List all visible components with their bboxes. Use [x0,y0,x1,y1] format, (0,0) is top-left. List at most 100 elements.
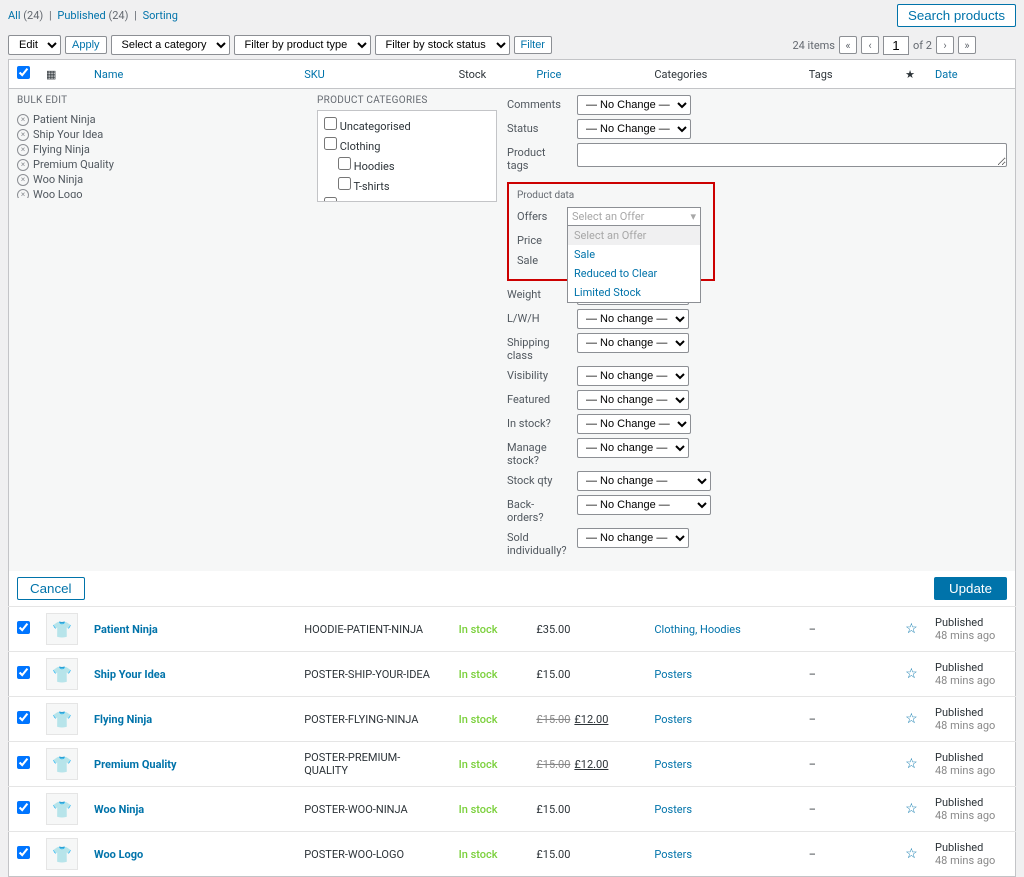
bulk-selected-item[interactable]: ×Ship Your Idea [17,127,307,142]
product-thumbnail[interactable]: 👕 [46,838,78,870]
category-link[interactable]: Posters [654,803,692,816]
col-name[interactable]: Name [94,68,123,81]
bulk-selected-item[interactable]: ×Woo Logo [17,187,307,198]
col-tags: Tags [801,60,897,89]
status-select[interactable]: — No Change — [577,119,691,139]
product-name-link[interactable]: Woo Ninja [94,803,144,816]
featured-star-icon[interactable]: ☆ [905,756,918,772]
product-thumbnail[interactable]: 👕 [46,793,78,825]
row-checkbox[interactable] [17,711,30,724]
row-checkbox[interactable] [17,666,30,679]
featured-star-icon[interactable]: ☆ [905,666,918,682]
col-date[interactable]: Date [935,68,958,81]
category-link[interactable]: Posters [654,758,692,771]
filter-sorting[interactable]: Sorting [143,9,178,22]
offers-option-sale[interactable]: Sale [568,245,700,264]
table-row: 👕Premium QualityPOSTER-PREMIUM-QUALITYIn… [9,742,1016,787]
featured-star-icon[interactable]: ☆ [905,846,918,862]
remove-icon[interactable]: × [17,189,29,199]
tags-textarea[interactable] [577,143,1007,167]
next-page-button[interactable]: › [936,36,954,54]
bulk-selected-item[interactable]: × Flying Ninja [17,142,307,157]
cancel-button[interactable]: Cancel [17,577,85,600]
featured-star-icon[interactable]: ☆ [905,801,918,817]
product-thumbnail[interactable]: 👕 [46,703,78,735]
filter-button[interactable]: Filter [514,36,552,54]
bulk-selected-label: Flying Ninja [33,143,90,156]
bulk-field-select[interactable]: — No change — [577,309,689,329]
product-thumbnail[interactable]: 👕 [46,658,78,690]
remove-icon[interactable]: × [17,114,29,126]
bulk-selected-item[interactable]: ×Premium Quality [17,157,307,172]
featured-star-icon[interactable]: ☆ [905,711,918,727]
product-thumbnail[interactable]: 👕 [46,748,78,780]
stock-status-filter-select[interactable]: Filter by stock status [375,35,510,55]
cat-tshirts[interactable]: T-shirts [324,175,490,195]
bulk-field-label: Back-orders? [507,495,567,524]
offers-select[interactable]: Select an Offer ▾ [567,207,701,226]
prev-page-button[interactable]: ‹ [861,36,879,54]
row-checkbox[interactable] [17,621,30,634]
table-row: 👕Woo NinjaPOSTER-WOO-NINJAIn stock£15.00… [9,787,1016,832]
remove-icon[interactable]: × [17,159,29,171]
remove-icon[interactable]: × [17,129,29,141]
bulk-field-select[interactable]: — No change — [577,528,689,548]
bulk-field-label: Stock qty [507,471,567,487]
bulk-field-select[interactable]: — No Change — [577,414,691,434]
cat-hoodies[interactable]: Hoodies [324,155,490,175]
col-thumbnail: ▦ [38,60,86,89]
first-page-button[interactable]: « [839,36,857,54]
cat-clothing[interactable]: Clothing [324,135,490,155]
product-name-link[interactable]: Patient Ninja [94,623,158,636]
cat-uncategorised[interactable]: Uncategorised [324,115,490,135]
row-checkbox[interactable] [17,756,30,769]
apply-button[interactable]: Apply [65,36,107,54]
product-name-link[interactable]: Flying Ninja [94,713,152,726]
category-link[interactable]: Posters [654,848,692,861]
category-link[interactable]: Posters [654,668,692,681]
update-button[interactable]: Update [934,577,1007,600]
comments-select[interactable]: — No Change — [577,95,691,115]
bulk-selected-item[interactable]: ×Woo Ninja [17,172,307,187]
row-checkbox[interactable] [17,801,30,814]
search-products-button[interactable]: Search products [897,4,1016,27]
offers-option-limited[interactable]: Limited Stock [568,283,700,302]
bulk-field-select[interactable]: — No change — [577,333,689,353]
featured-star-icon[interactable]: ☆ [905,621,918,637]
last-page-button[interactable]: » [958,36,976,54]
product-sku: POSTER-SHIP-YOUR-IDEA [296,652,450,697]
offers-dropdown: Select an Offer Sale Reduced to Clear Li… [567,225,701,303]
current-page-input[interactable] [883,36,909,55]
row-checkbox[interactable] [17,846,30,859]
bulk-field-label: Visibility [507,366,567,382]
bulk-selected-item[interactable]: ×Patient Ninja [17,112,307,127]
offers-label: Offers [517,210,557,223]
product-name-link[interactable]: Premium Quality [94,758,177,771]
col-price[interactable]: Price [536,68,561,81]
bulk-field-select[interactable]: — No change — [577,390,689,410]
product-type-filter-select[interactable]: Filter by product type [234,35,371,55]
cat-music[interactable]: Music [324,195,490,202]
category-filter-select[interactable]: Select a category [111,35,230,55]
bulk-field-select[interactable]: — No change — [577,438,689,458]
product-thumbnail[interactable]: 👕 [46,613,78,645]
category-link[interactable]: Clothing, Hoodies [654,623,740,636]
col-sku[interactable]: SKU [304,68,325,81]
bulk-action-select[interactable]: Edit [8,35,61,55]
bulk-field-select[interactable]: — No change — [577,366,689,386]
product-name-link[interactable]: Ship Your Idea [94,668,166,681]
remove-icon[interactable]: × [17,174,29,186]
filter-published-count: (24) [108,9,128,22]
bulk-field-select[interactable]: — No Change — [577,495,711,515]
category-link[interactable]: Posters [654,713,692,726]
select-all-checkbox[interactable] [17,66,30,79]
filter-all[interactable]: All [8,9,21,22]
offers-option-reduced[interactable]: Reduced to Clear [568,264,700,283]
table-row: 👕Patient NinjaHOODIE-PATIENT-NINJAIn sto… [9,607,1016,652]
filter-published[interactable]: Published [57,9,105,22]
bulk-field-select[interactable]: — No change — [577,471,711,491]
remove-icon[interactable]: × [17,144,29,156]
product-tags: – [801,832,897,877]
product-date: Published48 mins ago [927,697,1016,742]
product-name-link[interactable]: Woo Logo [94,848,143,861]
